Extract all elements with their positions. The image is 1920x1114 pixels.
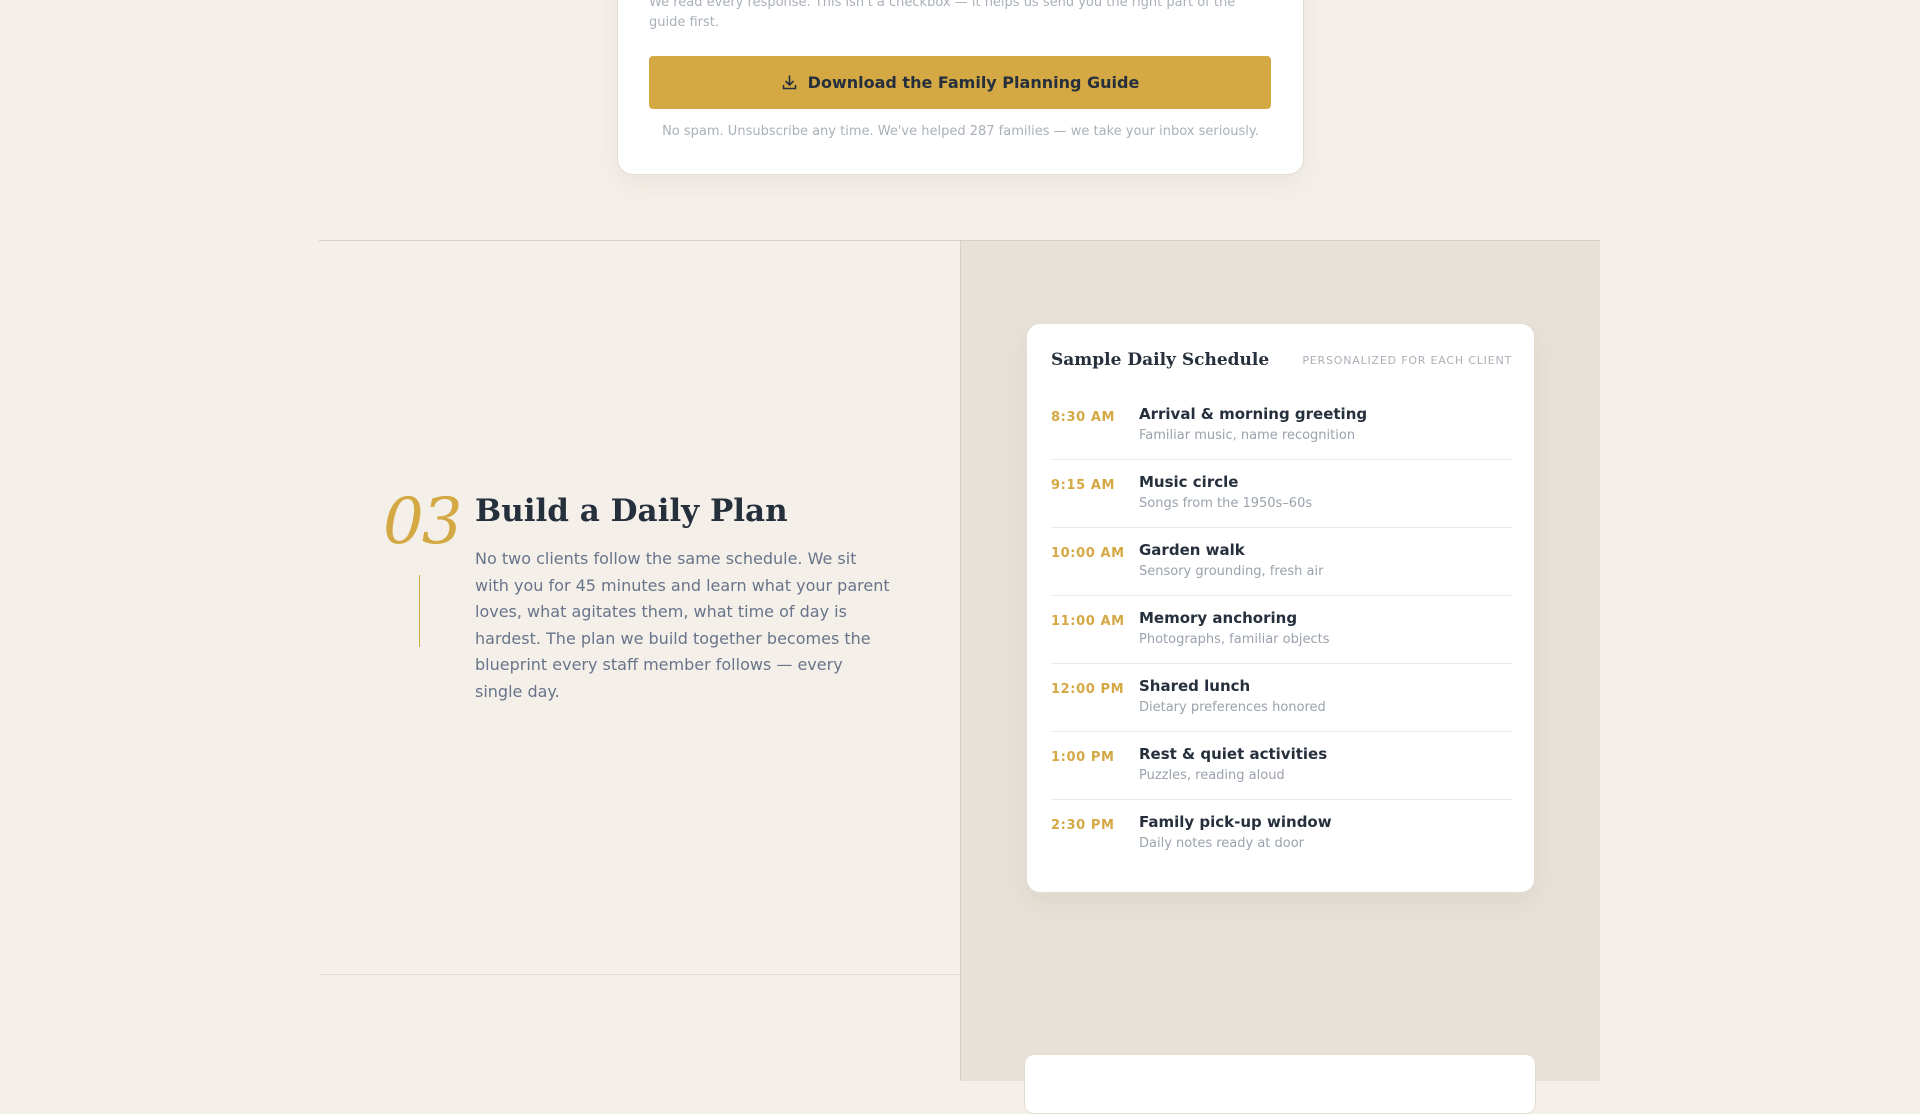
schedule-activity: Family pick-up window	[1139, 813, 1332, 831]
step-number: 03	[383, 485, 462, 559]
schedule-detail: Daily notes ready at door	[1139, 836, 1305, 851]
download-icon	[781, 74, 798, 91]
step-body: No two clients follow the same schedule.…	[475, 549, 890, 701]
guide-signup-card: We read every response. This isn't a che…	[617, 0, 1304, 175]
form-note: We read every response. This isn't a che…	[649, 0, 1236, 30]
schedule-item: 12:00 PM Shared lunch Dietary preference…	[1051, 664, 1512, 732]
schedule-time: 9:15 AM	[1051, 478, 1116, 493]
schedule-detail: Sensory grounding, fresh air	[1139, 564, 1324, 579]
schedule-detail: Familiar music, name recognition	[1139, 428, 1356, 443]
next-step-card	[1024, 1054, 1536, 1114]
step-description-panel: 03 Build a Daily Plan No two clients fol…	[319, 241, 960, 975]
schedule-item: 8:30 AM Arrival & morning greeting Famil…	[1051, 392, 1512, 460]
schedule-detail: Dietary preferences honored	[1139, 700, 1326, 715]
schedule-activity: Arrival & morning greeting	[1139, 405, 1368, 423]
schedule-item: 9:15 AM Music circle Songs from the 1950…	[1051, 460, 1512, 528]
schedule-detail: Photographs, familiar objects	[1139, 632, 1330, 647]
download-guide-label: Download the Family Planning Guide	[807, 73, 1140, 92]
privacy-disclaimer: No spam. Unsubscribe any time. We've hel…	[662, 124, 1259, 139]
schedule-item: 11:00 AM Memory anchoring Photographs, f…	[1051, 596, 1512, 664]
schedule-activity: Memory anchoring	[1139, 609, 1298, 627]
schedule-detail: Songs from the 1950s–60s	[1139, 496, 1313, 511]
schedule-time: 12:00 PM	[1051, 682, 1125, 697]
schedule-time: 11:00 AM	[1051, 614, 1125, 629]
schedule-header: Sample Daily Schedule PERSONALIZED FOR E…	[1051, 350, 1512, 370]
schedule-time: 1:00 PM	[1051, 750, 1115, 765]
sample-schedule-card: Sample Daily Schedule PERSONALIZED FOR E…	[1026, 323, 1535, 893]
schedule-list: 8:30 AM Arrival & morning greeting Famil…	[1051, 392, 1512, 868]
schedule-item: 10:00 AM Garden walk Sensory grounding, …	[1051, 528, 1512, 596]
schedule-detail: Puzzles, reading aloud	[1139, 768, 1285, 783]
schedule-time: 2:30 PM	[1051, 818, 1115, 833]
schedule-title: Sample Daily Schedule	[1051, 350, 1270, 370]
step-title: Build a Daily Plan	[475, 493, 788, 529]
step-divider	[419, 575, 420, 647]
schedule-time: 8:30 AM	[1051, 410, 1116, 425]
schedule-activity: Shared lunch	[1139, 677, 1251, 695]
schedule-item: 1:00 PM Rest & quiet activities Puzzles,…	[1051, 732, 1512, 800]
schedule-activity: Rest & quiet activities	[1139, 745, 1328, 763]
download-guide-button[interactable]: Download the Family Planning Guide	[649, 56, 1271, 109]
schedule-time: 10:00 AM	[1051, 546, 1125, 561]
schedule-activity: Music circle	[1139, 473, 1239, 491]
schedule-activity: Garden walk	[1139, 541, 1245, 559]
schedule-badge: PERSONALIZED FOR EACH CLIENT	[1302, 353, 1512, 367]
schedule-item: 2:30 PM Family pick-up window Daily note…	[1051, 800, 1512, 868]
